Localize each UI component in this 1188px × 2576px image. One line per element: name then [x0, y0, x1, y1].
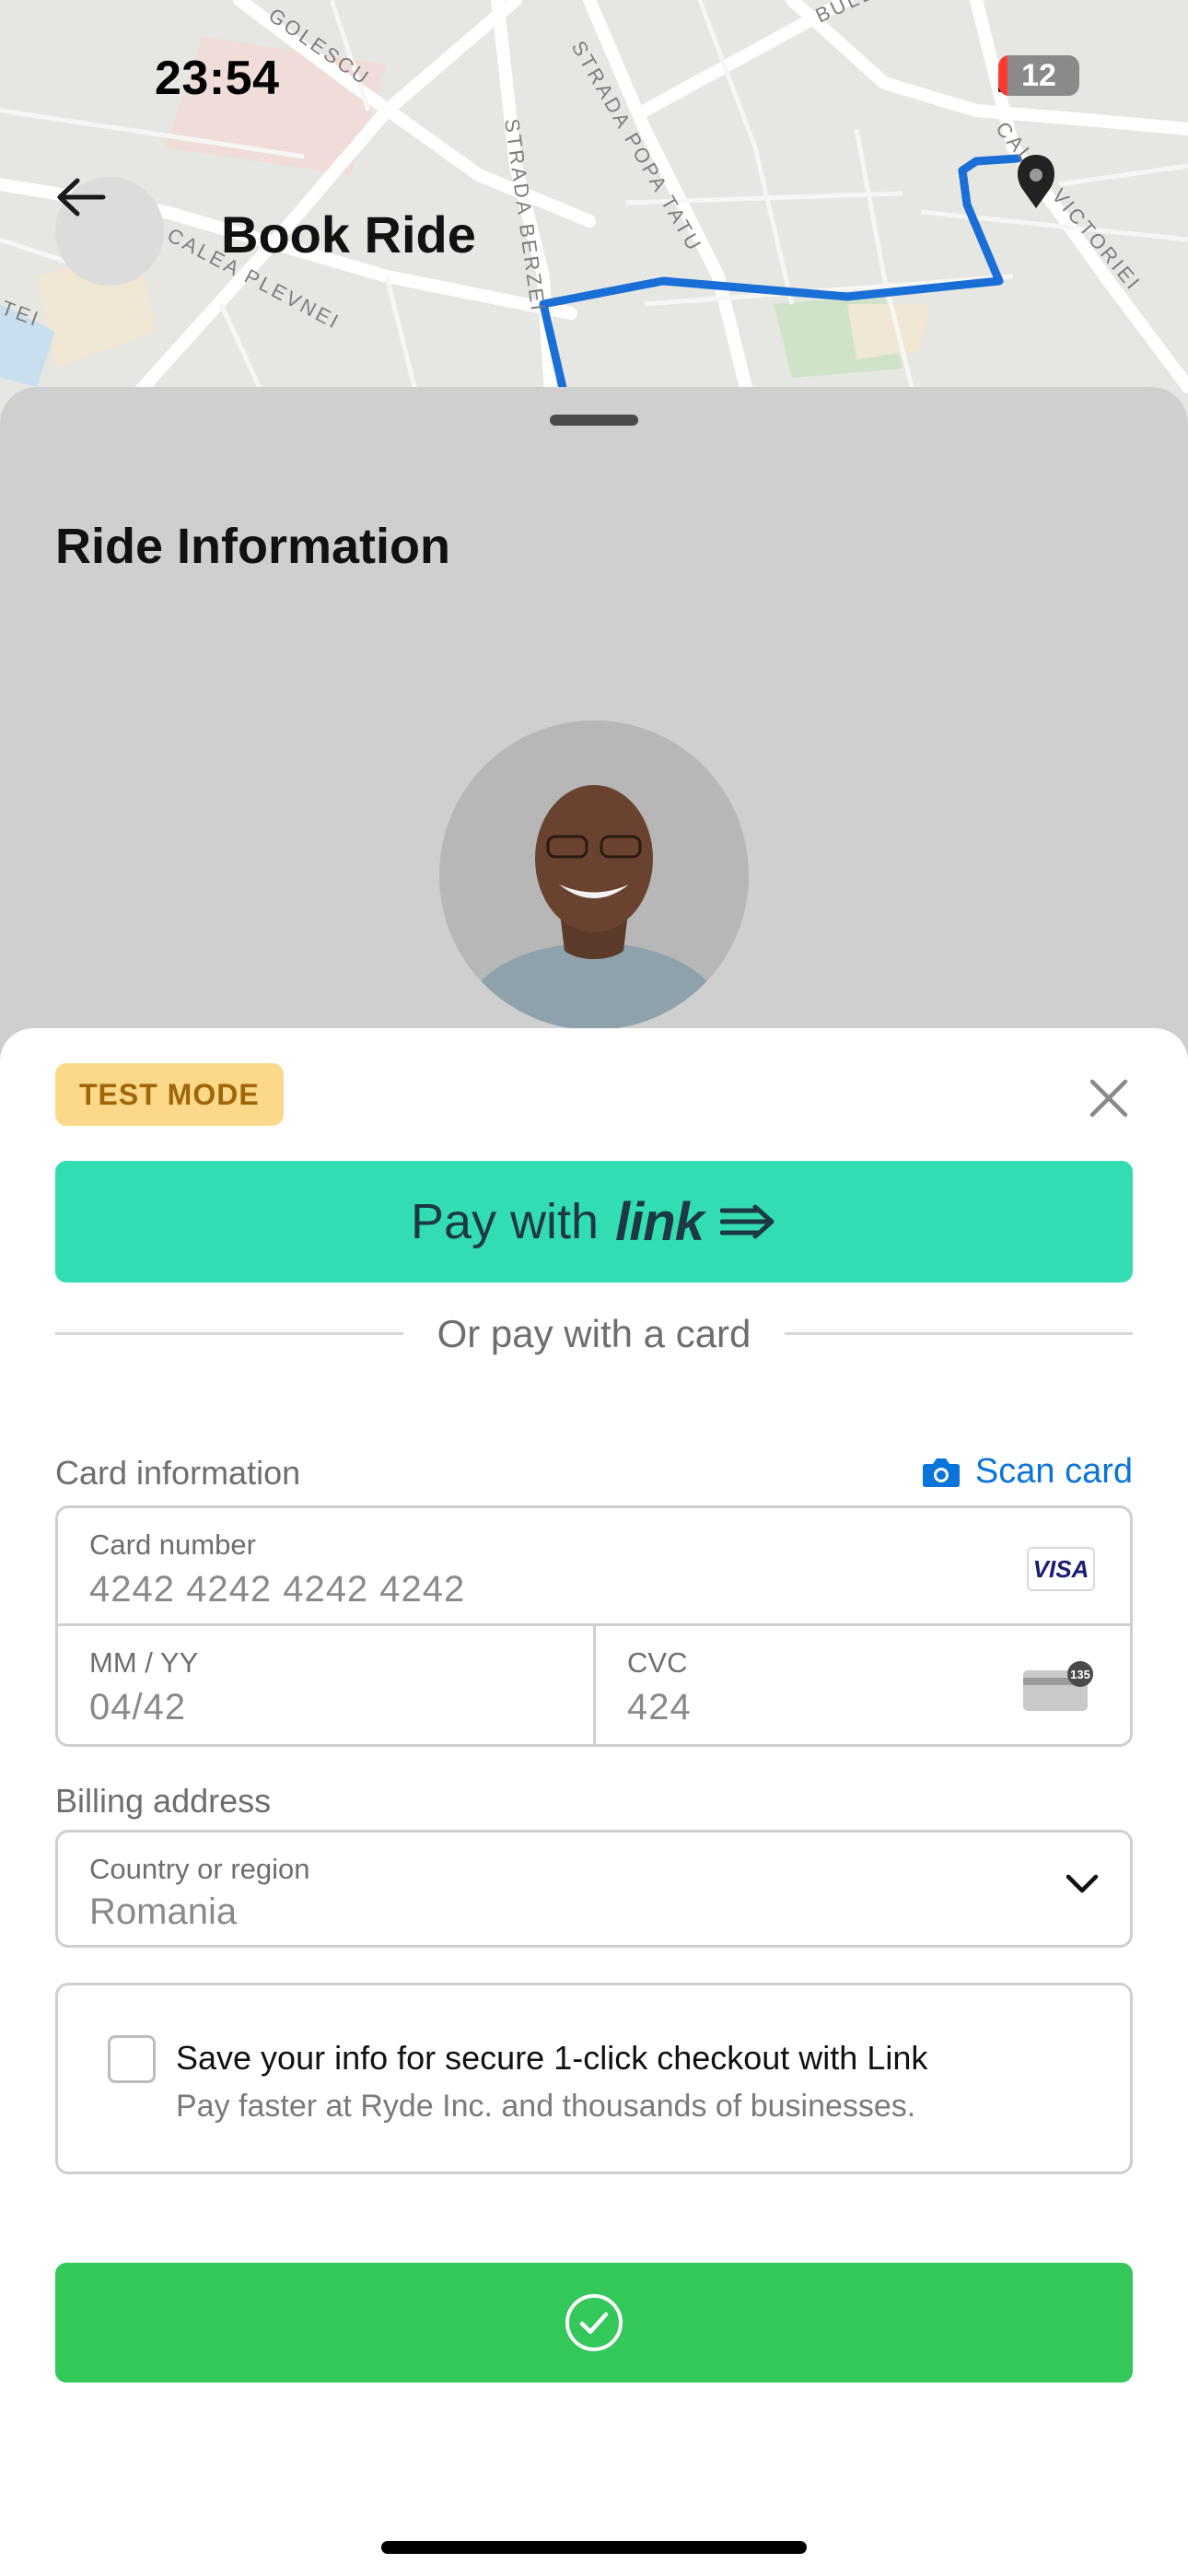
country-select[interactable]: Country or region Romania	[55, 1830, 1133, 1948]
status-icons: 12	[998, 55, 1079, 96]
pay-button[interactable]	[55, 2263, 1133, 2383]
map-view[interactable]: GOLESCU STRADA POPA TATU STRADA BERZEI C…	[0, 0, 1188, 424]
billing-address-label: Billing address	[55, 1782, 272, 1820]
home-indicator[interactable]	[381, 2541, 807, 2554]
cvc-caption: CVC	[627, 1646, 688, 1679]
close-button[interactable]	[1083, 1072, 1135, 1124]
country-value: Romania	[89, 1891, 238, 1932]
battery-icon: 12	[998, 55, 1079, 96]
expiry-field[interactable]: MM / YY 04/42	[58, 1626, 596, 1744]
close-icon	[1089, 1079, 1128, 1118]
link-logo: link	[615, 1191, 705, 1252]
page-title: Book Ride	[221, 205, 476, 263]
link-arrow-icon	[720, 1204, 775, 1239]
cvc-value: 424	[627, 1687, 692, 1727]
arrow-left-icon	[57, 178, 106, 217]
driver-avatar	[439, 720, 749, 1030]
camera-icon	[922, 1458, 960, 1487]
pay-with-link-button[interactable]: Pay with link	[55, 1161, 1133, 1282]
sheet-drag-handle[interactable]	[550, 415, 638, 426]
scan-card-button[interactable]: Scan card	[922, 1452, 1133, 1492]
checkmark-circle-icon	[565, 2294, 623, 2351]
battery-level: 12	[1021, 57, 1056, 93]
chevron-down-icon	[1066, 1874, 1099, 1893]
save-info-link-box[interactable]: Save your info for secure 1-click checko…	[55, 1983, 1133, 2174]
expiry-value: 04/42	[89, 1687, 187, 1727]
card-details-form: Card number 4242 4242 4242 4242 VISA MM …	[55, 1505, 1133, 1747]
save-info-title: Save your info for secure 1-click checko…	[176, 2039, 928, 2077]
country-caption: Country or region	[89, 1853, 310, 1885]
back-button[interactable]	[55, 177, 164, 286]
payment-sheet: TEST MODE Pay with link Or pay with a ca…	[0, 1028, 1188, 2576]
divider-text: Or pay with a card	[437, 1312, 751, 1355]
card-number-caption: Card number	[89, 1528, 256, 1561]
cvc-card-icon: 135	[1023, 1661, 1093, 1711]
card-number-field[interactable]: Card number 4242 4242 4242 4242 VISA	[58, 1508, 1130, 1626]
scan-card-label: Scan card	[974, 1452, 1133, 1491]
card-number-value: 4242 4242 4242 4242	[89, 1569, 466, 1610]
visa-card-icon: VISA	[1027, 1547, 1095, 1591]
status-time: 23:54	[155, 52, 280, 105]
card-information-label: Card information	[55, 1454, 301, 1492]
test-mode-badge: TEST MODE	[55, 1063, 284, 1126]
cvc-badge-text: 135	[1070, 1668, 1090, 1681]
pay-with-label: Pay with	[410, 1194, 600, 1249]
divider-left	[55, 1332, 403, 1335]
save-info-subtitle: Pay faster at Ryde Inc. and thousands of…	[176, 2089, 916, 2124]
cvc-field[interactable]: CVC 424 135	[596, 1626, 1130, 1744]
save-info-checkbox[interactable]	[108, 2035, 156, 2083]
divider-right	[785, 1332, 1133, 1335]
expiry-caption: MM / YY	[89, 1646, 199, 1679]
ride-information-title: Ride Information	[55, 519, 450, 574]
